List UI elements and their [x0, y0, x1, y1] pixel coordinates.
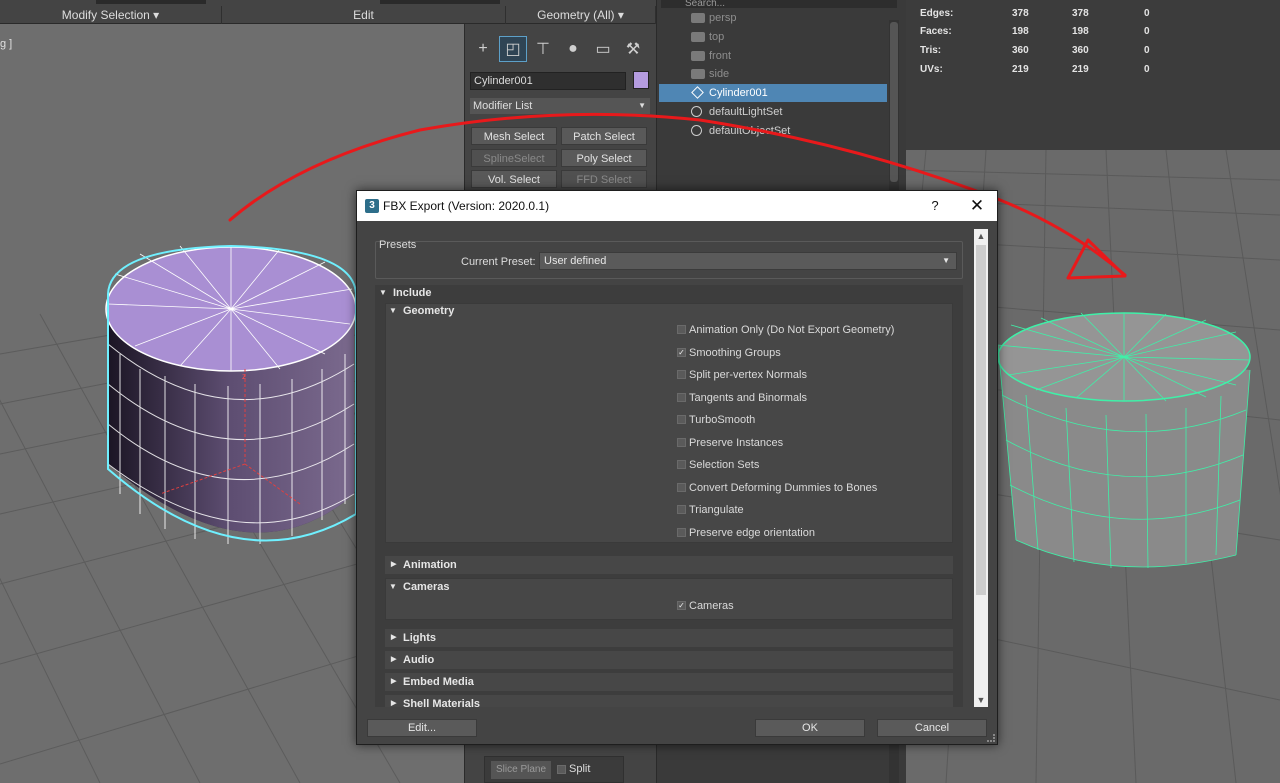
- option-smoothing-groups[interactable]: ✓ Smoothing Groups: [677, 346, 781, 360]
- cameras-section: [385, 578, 953, 620]
- expand-triangle-icon: ▶: [391, 561, 397, 568]
- cameras-header[interactable]: ▼ Cameras: [385, 578, 449, 596]
- expand-triangle-icon: ▶: [391, 700, 397, 707]
- option-label: Convert Deforming Dummies to Bones: [689, 482, 878, 494]
- option-triangulate[interactable]: Triangulate: [677, 503, 744, 517]
- audio-header[interactable]: ▶ Audio: [385, 651, 953, 669]
- edit-button[interactable]: Edit...: [367, 719, 477, 737]
- cancel-button[interactable]: Cancel: [877, 719, 987, 737]
- fbx-export-dialog: 3 FBX Export (Version: 2020.0.1) ? ✕ Pre…: [356, 190, 998, 745]
- audio-label: Audio: [403, 654, 435, 666]
- 3dsmax-logo-icon: 3: [365, 199, 379, 213]
- scrollbar-thumb[interactable]: [976, 245, 986, 595]
- collapse-triangle-icon: ▼: [389, 582, 397, 591]
- option-tangents-binormals[interactable]: Tangents and Binormals: [677, 391, 807, 405]
- collapse-triangle-icon: ▼: [389, 306, 397, 315]
- expand-triangle-icon: ▶: [391, 678, 397, 685]
- checkbox-box[interactable]: [677, 483, 686, 492]
- checkbox-box[interactable]: [677, 415, 686, 424]
- option-label: Preserve Instances: [689, 437, 784, 449]
- lights-header[interactable]: ▶ Lights: [385, 629, 953, 647]
- help-button[interactable]: ?: [929, 191, 941, 221]
- option-label: Tangents and Binormals: [689, 392, 808, 404]
- shell-materials-header[interactable]: ▶ Shell Materials: [385, 695, 953, 707]
- option-convert-dummies[interactable]: Convert Deforming Dummies to Bones: [677, 481, 877, 495]
- close-icon[interactable]: ✕: [967, 191, 987, 221]
- checkbox-box[interactable]: [677, 460, 686, 469]
- resize-grip-icon[interactable]: [987, 734, 995, 742]
- cameras-label: Cameras: [403, 581, 450, 593]
- option-split-normals[interactable]: Split per-vertex Normals: [677, 368, 807, 382]
- dialog-body: Presets Current Preset: User defined ▼ ▼…: [361, 227, 973, 707]
- option-selection-sets[interactable]: Selection Sets: [677, 458, 759, 472]
- geometry-label: Geometry: [403, 305, 455, 317]
- option-label: Smoothing Groups: [689, 347, 781, 359]
- dialog-title-bar[interactable]: 3 FBX Export (Version: 2020.0.1) ? ✕: [357, 191, 997, 221]
- expand-triangle-icon: ▶: [391, 634, 397, 641]
- option-cameras[interactable]: ✓ Cameras: [677, 599, 734, 613]
- include-label: Include: [393, 287, 432, 299]
- checkbox-box[interactable]: [677, 370, 686, 379]
- scroll-down-icon[interactable]: ▼: [974, 693, 988, 707]
- animation-header[interactable]: ▶ Animation: [385, 556, 953, 574]
- include-header[interactable]: ▼ Include: [375, 284, 432, 302]
- embed-media-label: Embed Media: [403, 676, 474, 688]
- geometry-section: [385, 303, 953, 543]
- collapse-triangle-icon: ▼: [379, 288, 387, 297]
- option-label: Triangulate: [689, 504, 744, 516]
- checkbox-box[interactable]: [677, 505, 686, 514]
- presets-title: Presets: [379, 239, 417, 251]
- scroll-up-icon[interactable]: ▲: [974, 229, 988, 243]
- option-preserve-instances[interactable]: Preserve Instances: [677, 436, 783, 450]
- expand-triangle-icon: ▶: [391, 656, 397, 663]
- ok-button[interactable]: OK: [755, 719, 865, 737]
- dialog-title: FBX Export (Version: 2020.0.1): [383, 199, 550, 213]
- checkbox-checked[interactable]: ✓: [677, 601, 686, 610]
- checkbox-box[interactable]: [677, 393, 686, 402]
- current-preset-value: User defined: [544, 255, 607, 267]
- geometry-header[interactable]: ▼ Geometry: [385, 302, 454, 320]
- option-label: Preserve edge orientation: [689, 527, 815, 539]
- chevron-down-icon: ▼: [942, 256, 950, 265]
- current-preset-dropdown[interactable]: User defined ▼: [539, 252, 957, 270]
- dialog-scrollbar[interactable]: ▲ ▼: [974, 229, 988, 707]
- checkbox-box[interactable]: [677, 438, 686, 447]
- embed-media-header[interactable]: ▶ Embed Media: [385, 673, 953, 691]
- option-animation-only[interactable]: Animation Only (Do Not Export Geometry): [677, 323, 894, 337]
- option-preserve-edge-orientation[interactable]: Preserve edge orientation: [677, 526, 815, 540]
- option-label: TurboSmooth: [689, 414, 756, 426]
- animation-label: Animation: [403, 559, 457, 571]
- checkbox-checked[interactable]: ✓: [677, 348, 686, 357]
- option-label: Animation Only (Do Not Export Geometry): [689, 324, 895, 336]
- option-turbosmooth[interactable]: TurboSmooth: [677, 413, 755, 427]
- checkbox-box[interactable]: [677, 325, 686, 334]
- lights-label: Lights: [403, 632, 436, 644]
- shell-materials-label: Shell Materials: [403, 698, 481, 707]
- current-preset-label: Current Preset:: [461, 256, 536, 268]
- option-label: Split per-vertex Normals: [689, 369, 807, 381]
- option-label: Cameras: [689, 600, 734, 612]
- checkbox-box[interactable]: [677, 528, 686, 537]
- option-label: Selection Sets: [689, 459, 760, 471]
